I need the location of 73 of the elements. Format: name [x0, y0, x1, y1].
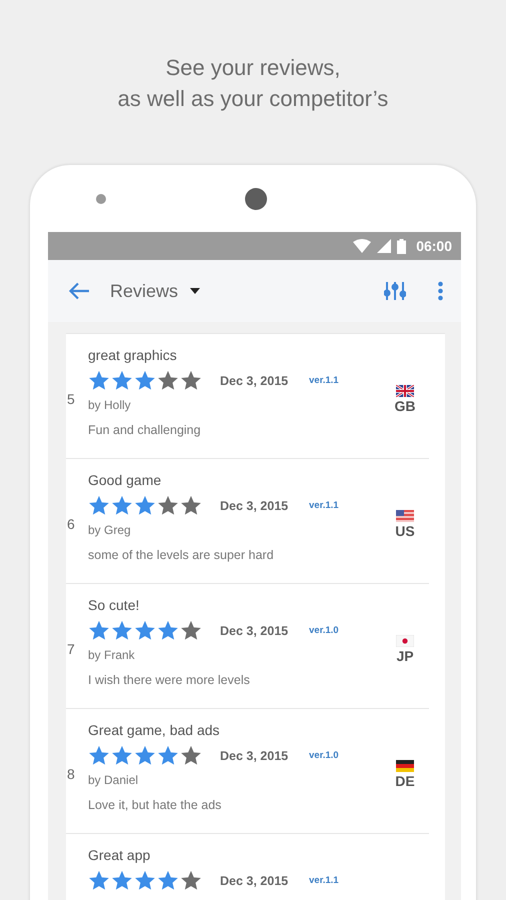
star-icon	[88, 620, 110, 641]
review-date: Dec 3, 2015	[220, 624, 290, 638]
review-date: Dec 3, 2015	[220, 748, 290, 762]
flag-icon	[396, 634, 414, 646]
star-icon	[180, 495, 202, 516]
battery-icon	[397, 238, 406, 254]
signal-icon	[377, 239, 392, 253]
star-icon	[111, 370, 133, 391]
star-icon	[157, 620, 179, 641]
star-icon	[157, 745, 179, 766]
country-code: GB	[394, 398, 416, 414]
review-author: by Greg	[88, 523, 131, 537]
flag-icon	[396, 384, 414, 396]
dropdown-caret-icon[interactable]	[190, 288, 200, 294]
country-code: JP	[396, 648, 414, 664]
wifi-icon	[353, 239, 372, 253]
review-title: Good game	[88, 472, 162, 488]
review-comment: some of the levels are super hard	[88, 548, 274, 562]
star-icon	[88, 370, 110, 391]
status-time: 06:00	[416, 238, 452, 254]
star-icon	[111, 745, 133, 766]
review-author: by Daniel	[88, 773, 138, 787]
review-number: 7	[67, 641, 75, 657]
review-date: Dec 3, 2015	[220, 874, 290, 888]
star-icon	[111, 495, 133, 516]
screen-title: Reviews	[110, 280, 178, 302]
review-date: Dec 3, 2015	[220, 374, 290, 388]
star-icon	[134, 870, 156, 891]
review-comment: Love it, but hate the ads	[88, 798, 222, 812]
star-icon	[157, 370, 179, 391]
star-icon	[134, 620, 156, 641]
camera-icon	[245, 188, 267, 210]
review-author: by Holly	[88, 398, 131, 412]
version-label: ver.1.1	[309, 500, 339, 511]
version-label: ver.1.1	[309, 375, 339, 386]
review-number: 8	[67, 766, 75, 782]
star-icon	[111, 620, 133, 641]
caption-text: as well as your competitor’s	[118, 85, 388, 113]
caption-text: See your reviews,	[166, 54, 340, 82]
version-label: ver.1.1	[309, 875, 339, 886]
review-title: So cute!	[88, 597, 140, 613]
review-title: Great app	[88, 847, 150, 863]
review-comment: I wish there were more levels	[88, 673, 250, 687]
star-icon	[111, 870, 133, 891]
star-icon	[180, 620, 202, 641]
back-arrow-icon[interactable]	[68, 282, 90, 300]
star-icon	[88, 745, 110, 766]
star-icon	[157, 495, 179, 516]
review-date: Dec 3, 2015	[220, 498, 290, 512]
review-title: Great game, bad ads	[88, 722, 220, 738]
star-icon	[88, 495, 110, 516]
review-title: great graphics	[88, 347, 177, 363]
country-code: US	[395, 522, 415, 538]
version-label: ver.1.0	[309, 750, 339, 761]
review-comment: Fun and challenging	[88, 423, 201, 437]
star-icon	[157, 870, 179, 891]
review-author: by Frank	[88, 648, 135, 662]
star-icon	[134, 745, 156, 766]
star-icon	[180, 370, 202, 391]
country-code: DE	[395, 772, 415, 788]
flag-icon	[396, 510, 414, 522]
star-icon	[134, 495, 156, 516]
review-number: 5	[67, 391, 75, 407]
filter-sliders-icon[interactable]	[384, 281, 406, 301]
review-number: 6	[67, 516, 75, 532]
star-icon	[88, 870, 110, 891]
version-label: ver.1.0	[309, 625, 339, 636]
star-icon	[180, 745, 202, 766]
flag-icon	[396, 760, 414, 772]
star-icon	[134, 370, 156, 391]
sensor-icon	[95, 192, 107, 204]
star-icon	[180, 870, 202, 891]
more-menu-icon[interactable]	[438, 281, 443, 301]
